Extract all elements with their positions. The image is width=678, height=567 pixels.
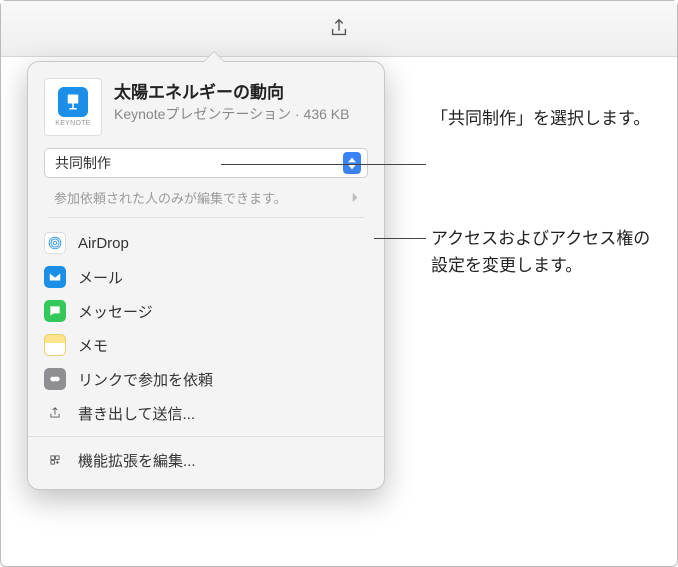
callout-2: アクセスおよびアクセス権の設定を変更します。 — [431, 225, 661, 279]
extensions-label: 機能拡張を編集... — [78, 450, 196, 471]
share-option-link[interactable]: リンクで参加を依頼 — [38, 362, 374, 396]
select-value: 共同制作 — [55, 153, 343, 173]
file-title: 太陽エネルギーの動向 — [114, 78, 368, 103]
share-option-messages[interactable]: メッセージ — [38, 294, 374, 328]
access-settings-row[interactable]: 参加依頼された人のみが編集できます。 — [48, 186, 364, 218]
link-icon — [44, 368, 66, 390]
share-icon — [328, 17, 350, 39]
share-option-label: リンクで参加を依頼 — [78, 369, 213, 390]
share-option-label: 書き出して送信... — [78, 403, 195, 424]
updown-icon — [343, 152, 361, 174]
callout-leader-1 — [221, 164, 426, 165]
share-button[interactable] — [328, 17, 350, 41]
share-options-list: AirDrop メール メッセージ メモ リンクで参加を依頼 書き出して送信..… — [28, 218, 384, 437]
extensions-section: 機能拡張を編集... — [28, 437, 384, 481]
toolbar — [1, 1, 677, 57]
edit-extensions-button[interactable]: 機能拡張を編集... — [38, 443, 374, 477]
share-option-label: メッセージ — [78, 301, 153, 322]
header-text: 太陽エネルギーの動向 Keynoteプレゼンテーション · 436 KB — [114, 78, 368, 136]
callout-leader-2 — [374, 238, 426, 239]
messages-icon — [44, 300, 66, 322]
access-text: 参加依頼された人のみが編集できます。 — [54, 188, 287, 207]
airdrop-icon — [44, 232, 66, 254]
mail-icon — [44, 266, 66, 288]
export-icon — [44, 402, 66, 424]
share-option-label: AirDrop — [78, 235, 129, 252]
file-icon: KEYNOTE — [44, 78, 102, 136]
share-option-airdrop[interactable]: AirDrop — [38, 226, 374, 260]
keynote-icon — [58, 87, 88, 117]
chevron-right-icon — [351, 192, 360, 203]
mode-section: 共同制作 参加依頼された人のみが編集できます。 — [28, 148, 384, 218]
share-option-label: メール — [78, 267, 123, 288]
share-option-label: メモ — [78, 335, 108, 356]
extensions-icon — [44, 449, 66, 471]
share-popover: KEYNOTE 太陽エネルギーの動向 Keynoteプレゼンテーション · 43… — [27, 61, 385, 490]
file-subtitle: Keynoteプレゼンテーション · 436 KB — [114, 105, 368, 124]
notes-icon — [44, 334, 66, 356]
share-option-export[interactable]: 書き出して送信... — [38, 396, 374, 430]
popover-header: KEYNOTE 太陽エネルギーの動向 Keynoteプレゼンテーション · 43… — [28, 76, 384, 146]
share-option-mail[interactable]: メール — [38, 260, 374, 294]
collaboration-mode-select[interactable]: 共同制作 — [44, 148, 368, 178]
callout-1: 「共同制作」を選択します。 — [431, 105, 661, 132]
file-badge: KEYNOTE — [55, 120, 91, 127]
share-option-notes[interactable]: メモ — [38, 328, 374, 362]
